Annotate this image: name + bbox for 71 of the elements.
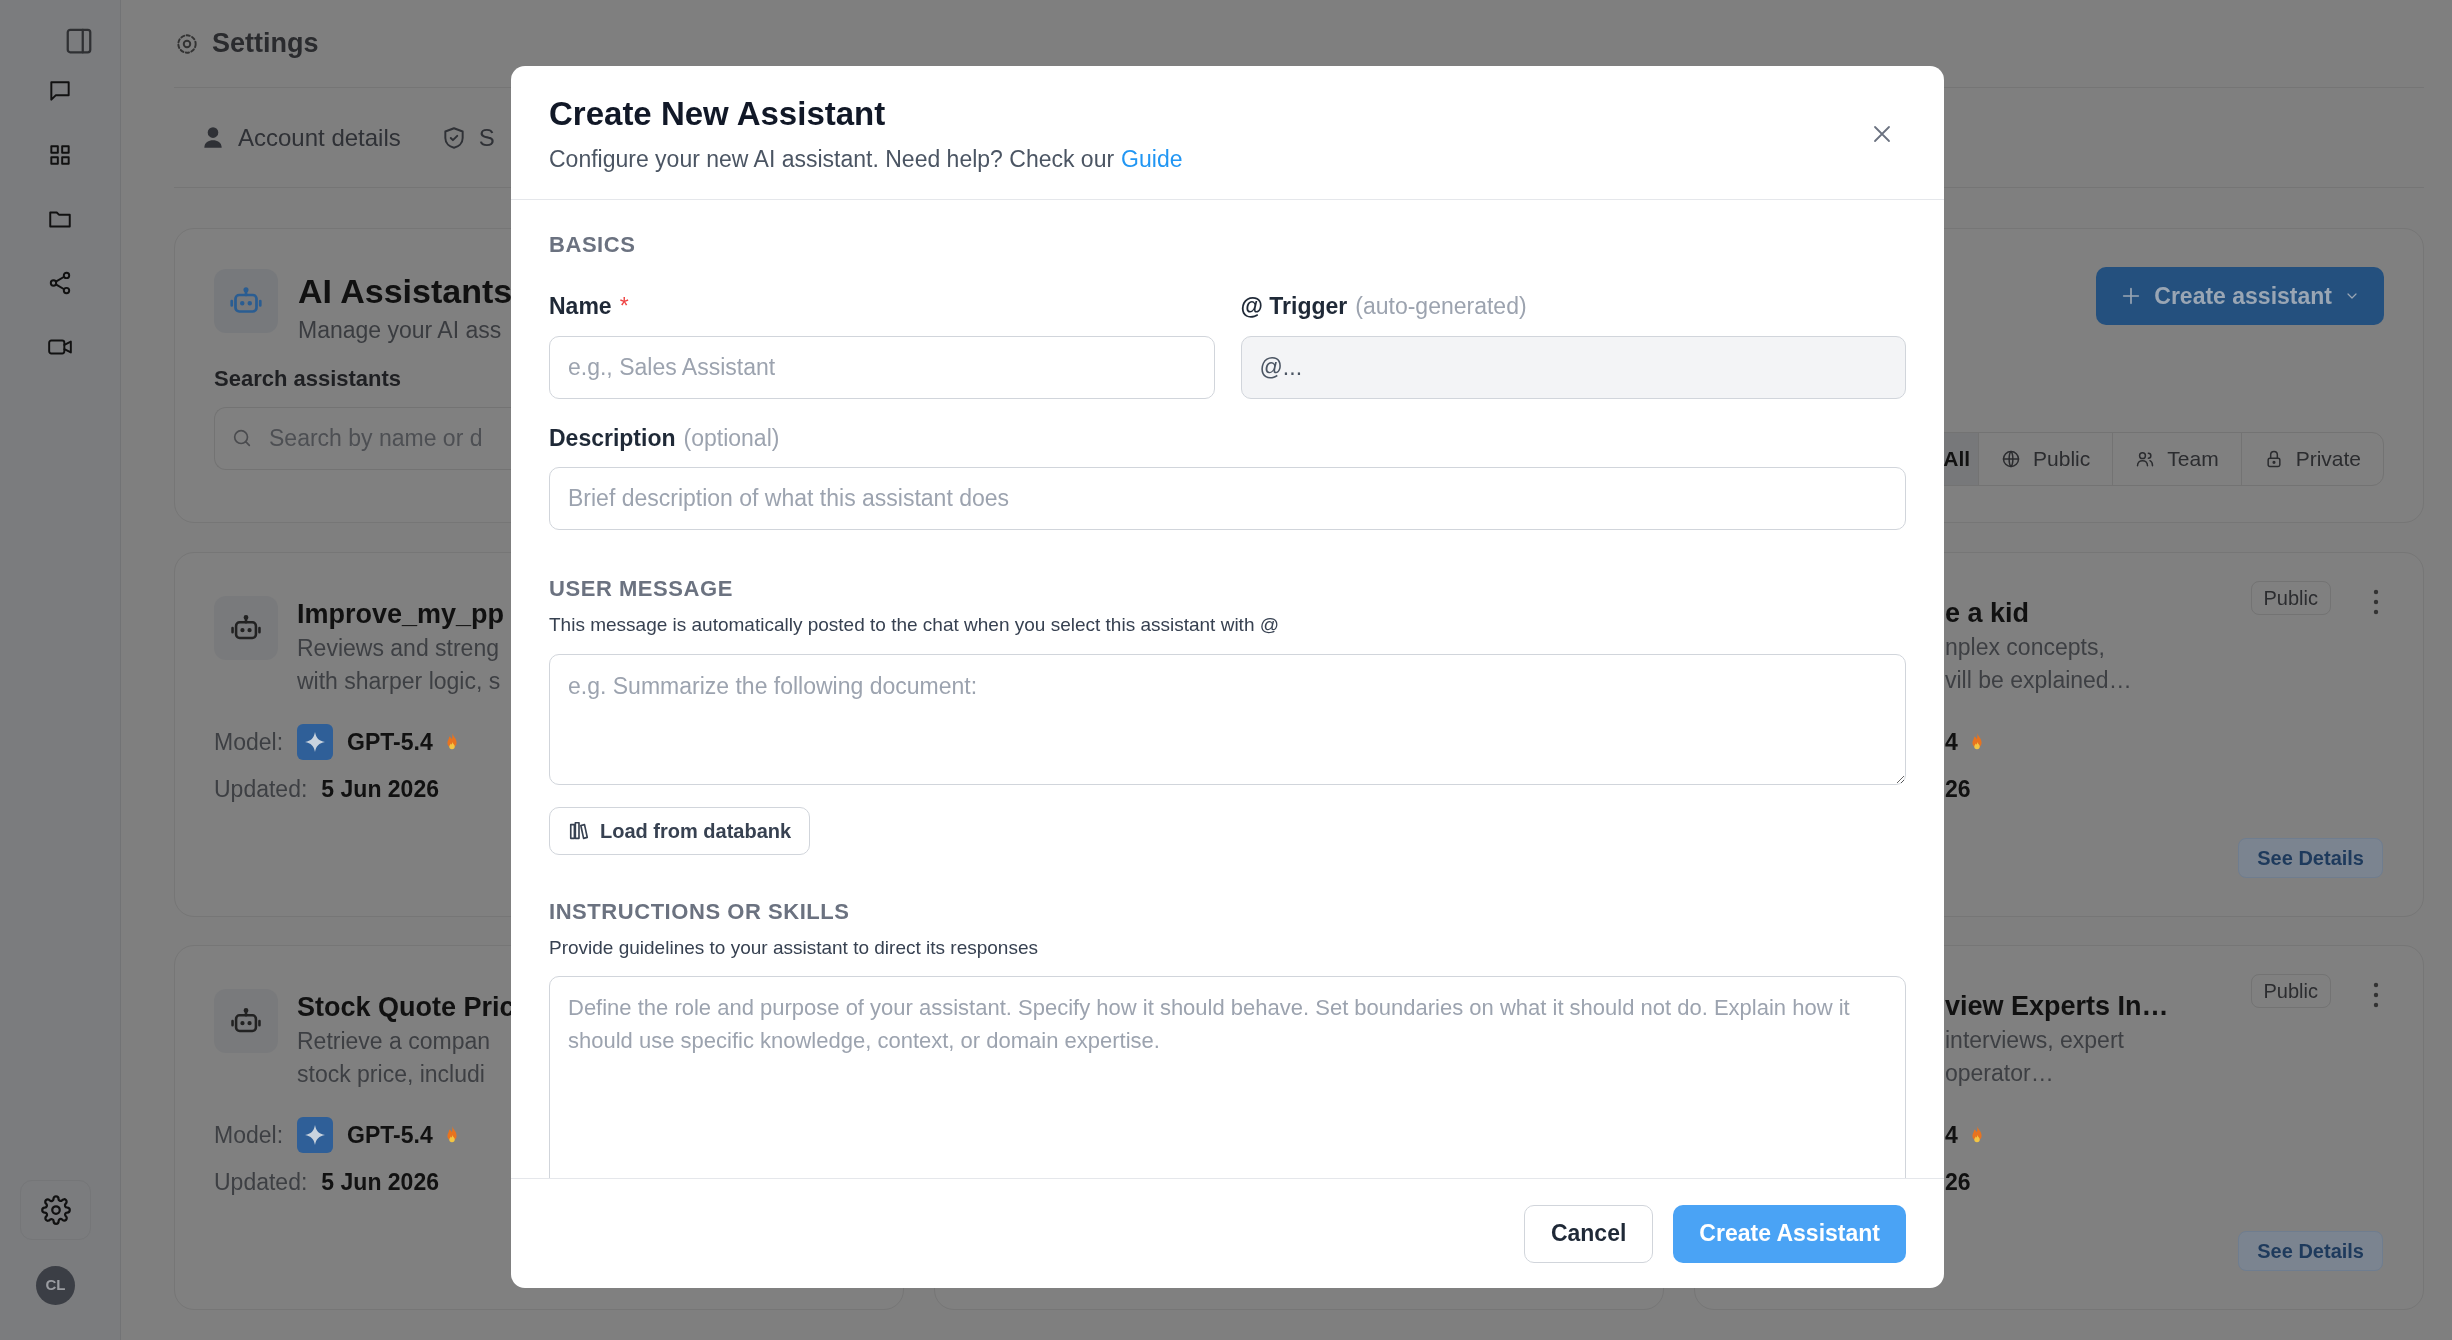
field-label: Description: [549, 423, 676, 453]
section-heading: USER MESSAGE: [549, 575, 734, 603]
settings-tab[interactable]: S: [440, 119, 495, 156]
model-name: 4: [1945, 728, 1958, 757]
settings-button[interactable]: [20, 1180, 91, 1240]
section-heading: INSTRUCTIONS OR SKILLS: [549, 897, 851, 926]
updated-label: Updated:: [214, 1168, 308, 1197]
updated-date: 26: [1944, 1167, 1972, 1197]
chat-icon[interactable]: [47, 78, 73, 104]
filter-tab[interactable]: Public: [1978, 433, 2113, 485]
field-label: @ Trigger: [1240, 292, 1348, 321]
card-title: e a kid: [1945, 597, 2030, 630]
dialog-title: Create New Assistant: [549, 94, 887, 134]
field-note: (optional): [683, 423, 780, 453]
model-name: GPT-5.4: [347, 1120, 433, 1150]
guide-link[interactable]: Guide: [1121, 142, 1183, 177]
create-assistant-button[interactable]: Create assistant: [2096, 267, 2384, 325]
search-icon: [231, 427, 253, 449]
name-input[interactable]: e.g., Sales Assistant: [549, 335, 1215, 399]
field-note: (auto-generated): [1355, 292, 1527, 321]
people-icon: [2135, 449, 2156, 469]
updated-label: Updated:: [214, 775, 308, 804]
card-description-line: with sharper logic, s: [297, 667, 501, 696]
panel-subtitle: Manage your AI ass: [298, 316, 502, 345]
visibility-badge: Public: [2250, 974, 2331, 1008]
page-title: Settings: [212, 27, 319, 61]
books-icon: [568, 819, 590, 842]
model-name: GPT-5.4: [347, 727, 433, 757]
panel-toggle-icon[interactable]: [64, 26, 94, 56]
globe-icon: [2001, 449, 2022, 469]
required-mark: *: [619, 292, 629, 321]
user-avatar[interactable]: CL: [36, 1266, 75, 1305]
more-vertical-icon[interactable]: [2371, 982, 2381, 1008]
card-description-line: interviews, expert: [1945, 1026, 2124, 1055]
instructions-textarea[interactable]: Define the role and purpose of your assistant. Specify how it should behave. Set boundaries on what it should not do. Explain how it should use specific knowledge, context, or domain expertise.: [549, 976, 1906, 1178]
section-help-text: Provide guidelines to your assistant to direct its responses: [549, 935, 1039, 960]
filter-tab[interactable]: Private: [2240, 433, 2383, 485]
field-label: Name: [549, 292, 612, 321]
card-description-line: Retrieve a compan: [297, 1027, 491, 1056]
card-description-line: Reviews and streng: [297, 634, 499, 663]
card-description-line: vill be explained…: [1945, 666, 2132, 695]
section-help-text: This message is automatically posted to the chat when you select this assistant with @: [549, 613, 1281, 637]
model-label: Model:: [214, 1120, 284, 1150]
see-details-button[interactable]: See Details: [2238, 1231, 2383, 1271]
message-textarea[interactable]: e.g. Summarize the following document:: [549, 653, 1906, 785]
section-heading: BASICS: [549, 231, 637, 259]
filter-tab[interactable]: Team: [2112, 433, 2241, 485]
card-title: Improve_my_pp: [297, 598, 505, 631]
share-icon[interactable]: [47, 270, 73, 296]
card-title: view Experts In…: [1945, 990, 2169, 1023]
visibility-badge: Public: [2250, 581, 2331, 615]
cancel-button[interactable]: Cancel: [1523, 1204, 1654, 1263]
updated-date: 26: [1944, 774, 1972, 804]
dialog-subtitle: Configure your new AI assistant. Need help? Check our: [549, 145, 1115, 174]
card-title: Stock Quote Pric: [297, 991, 515, 1024]
updated-date: 5 Jun 2026: [321, 775, 439, 804]
card-description-line: nplex concepts,: [1945, 633, 2105, 662]
create-assistant-button[interactable]: Create Assistant: [1673, 1204, 1906, 1263]
grid-icon[interactable]: [47, 142, 73, 168]
load-from-databank-button[interactable]: Load from databank: [549, 806, 811, 855]
description-input[interactable]: Brief description of what this assistant does: [549, 467, 1906, 530]
updated-date: 5 Jun 2026: [321, 1168, 439, 1197]
see-details-button[interactable]: See Details: [2238, 838, 2383, 878]
card-description-line: operator…: [1945, 1059, 2054, 1088]
settings-tab[interactable]: Account details: [200, 119, 401, 156]
more-vertical-icon[interactable]: [2371, 589, 2381, 615]
model-name: 4: [1945, 1121, 1958, 1150]
card-description-line: stock price, includi: [297, 1060, 485, 1089]
panel-title: AI Assistants: [298, 271, 513, 312]
search-label: Search assistants: [214, 364, 402, 393]
model-label: Model:: [214, 727, 284, 757]
